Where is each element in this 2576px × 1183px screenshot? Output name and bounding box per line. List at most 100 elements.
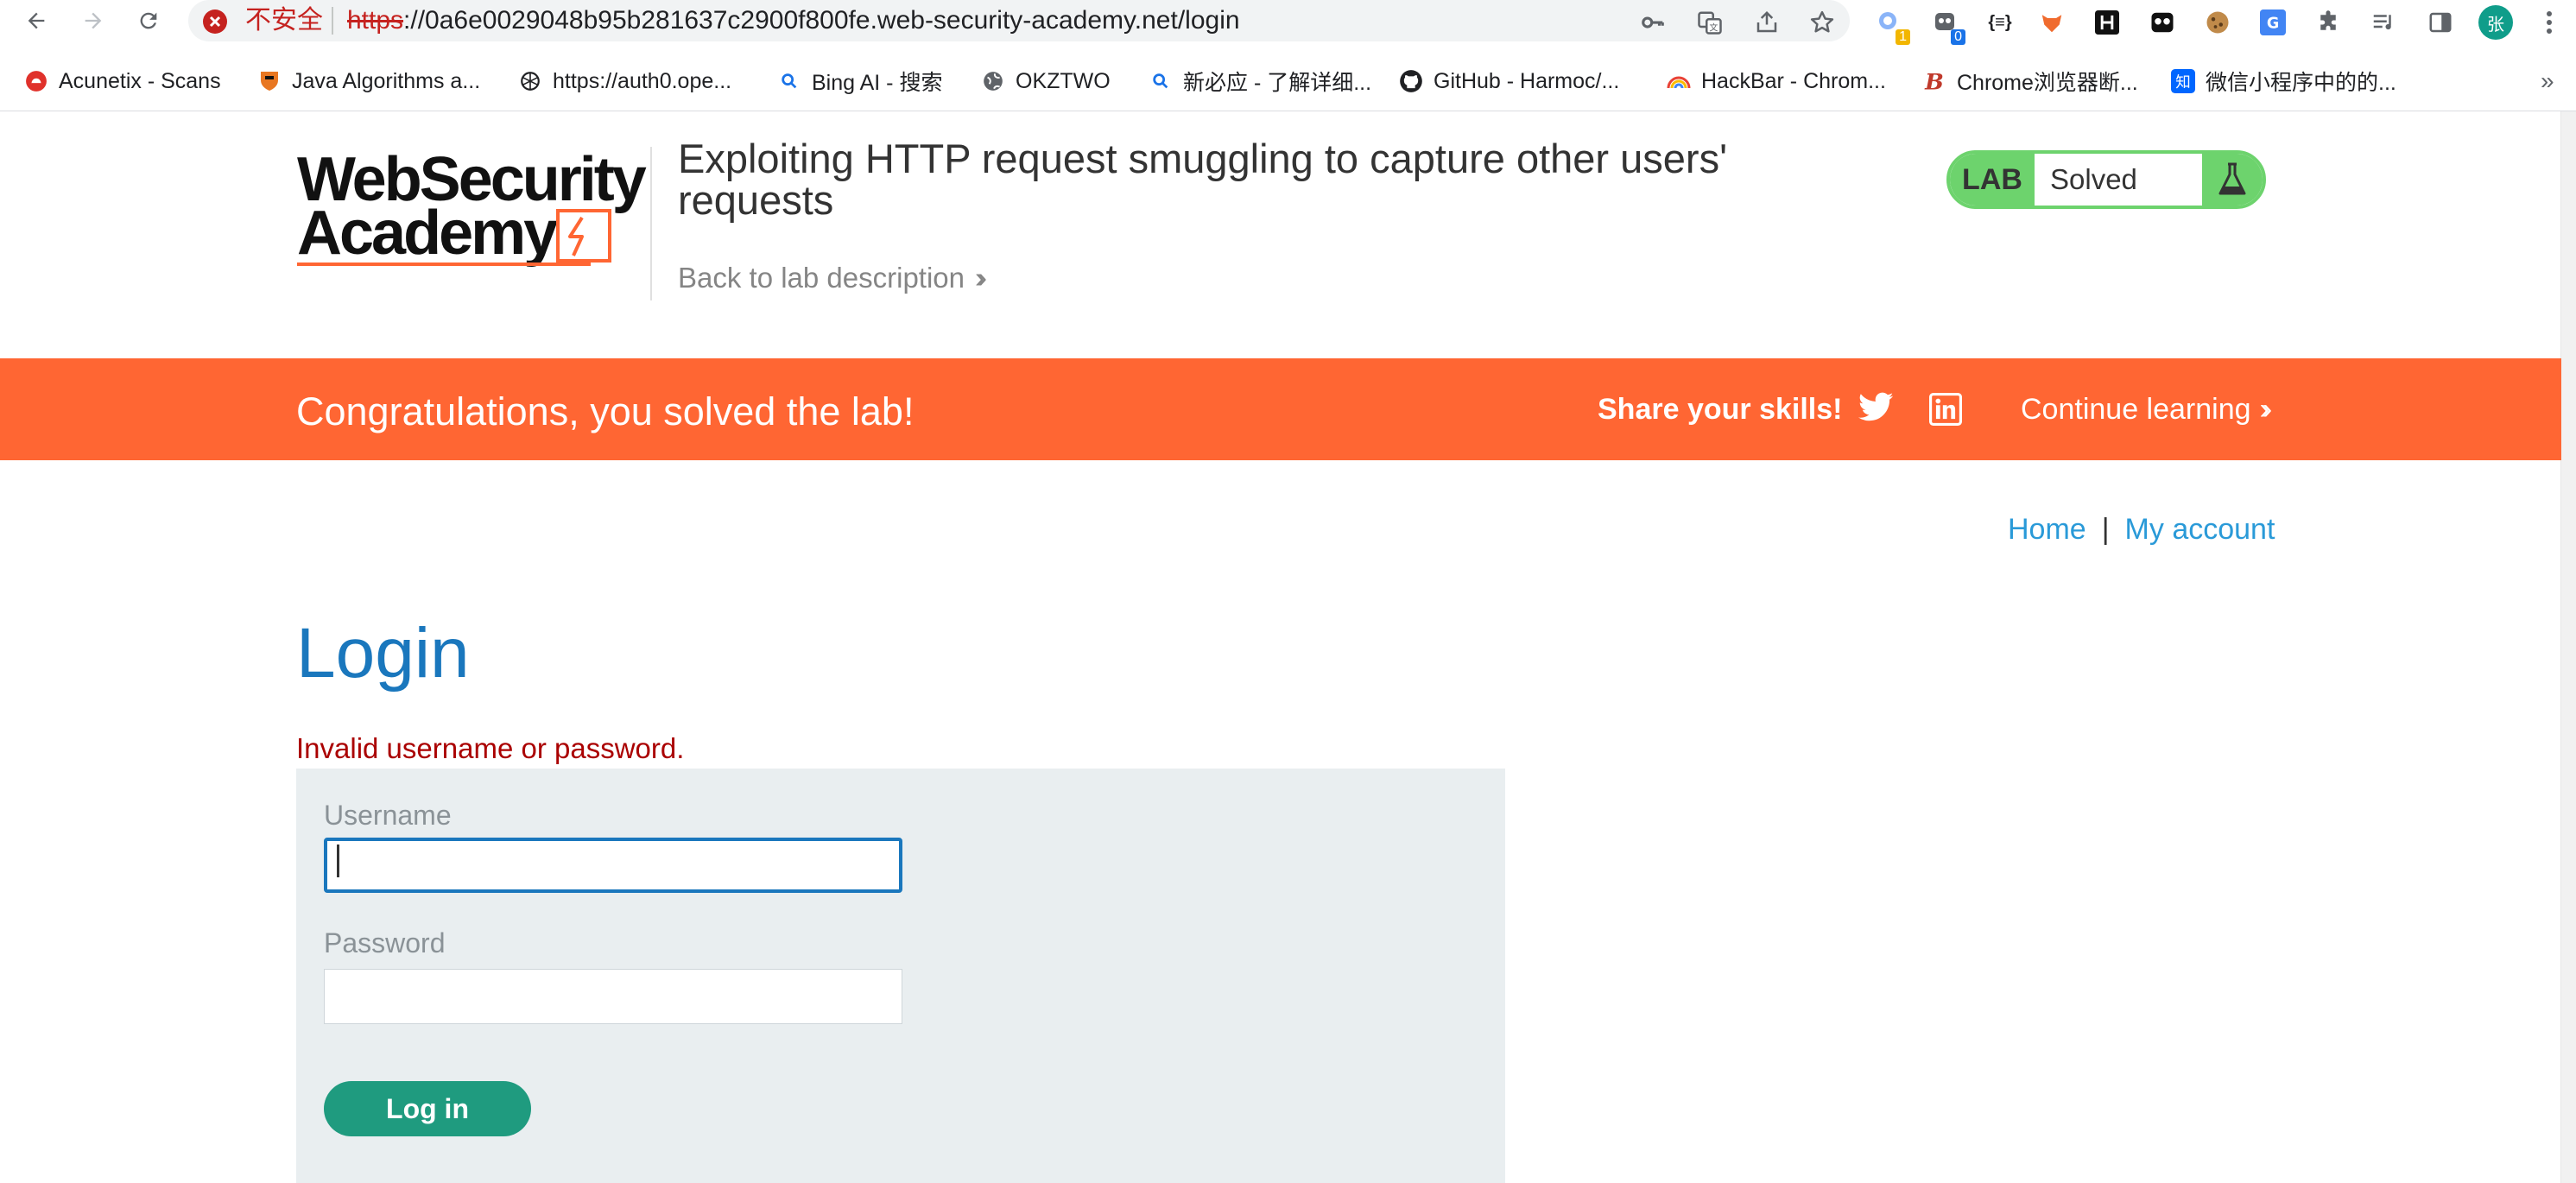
back-to-lab-description-link[interactable]: Back to lab description ›› <box>678 262 987 294</box>
kebab-menu-icon[interactable] <box>2532 5 2567 40</box>
page-title: Login <box>296 614 470 693</box>
back-arrow-icon[interactable] <box>19 5 54 36</box>
more-bookmarks-button[interactable]: » <box>2541 62 2554 100</box>
bookmark-new-bing[interactable]: 新必应 - 了解详细... <box>1149 62 1371 100</box>
b-logo-icon: B <box>1922 69 1946 93</box>
search-icon <box>777 69 801 93</box>
lab-title: Exploiting HTTP request smuggling to cap… <box>678 136 1728 223</box>
profile-initial: 张 <box>2478 5 2513 40</box>
url-scheme: https <box>347 6 404 35</box>
key-icon[interactable] <box>1636 5 1670 40</box>
bookmark-label: Chrome浏览器断... <box>1957 71 2138 95</box>
address-bar[interactable]: 不安全 https://0a6e0029048b95b281637c2900f8… <box>188 0 1850 41</box>
bookmark-acunetix[interactable]: Acunetix - Scans <box>24 62 221 100</box>
globe-icon <box>981 69 1005 93</box>
puzzle-extensions-icon[interactable] <box>2311 5 2345 40</box>
bookmark-label: 微信小程序中的的... <box>2206 71 2396 95</box>
openai-icon <box>518 69 542 93</box>
media-list-icon[interactable] <box>2366 5 2401 40</box>
bookmark-label: https://auth0.ope... <box>553 68 732 93</box>
vertical-scrollbar[interactable] <box>2560 111 2576 1183</box>
bookmark-hackbar[interactable]: HackBar - Chrom... <box>1667 62 1886 100</box>
rainbow-icon <box>1667 69 1691 93</box>
linkedin-icon[interactable] <box>1929 393 1962 426</box>
bookmark-wechat-miniprogram[interactable]: 知 微信小程序中的的... <box>2171 62 2396 100</box>
login-form: Username Password Log in <box>296 769 1505 1183</box>
translate-icon[interactable]: 文 <box>1693 5 1727 40</box>
login-error-message: Invalid username or password. <box>296 732 685 764</box>
svg-text:B: B <box>1924 69 1944 93</box>
bookmark-github[interactable]: GitHub - Harmoc/... <box>1399 62 1619 100</box>
solved-message: Congratulations, you solved the lab! <box>296 389 915 433</box>
web-security-academy-logo[interactable]: WebSecurity Academy <box>297 149 647 278</box>
back-link-label: Back to lab description <box>678 262 965 294</box>
double-chevron-right-icon: ›› <box>2259 393 2272 426</box>
top-nav: Home | My account <box>2008 513 2275 547</box>
bookmark-label: GitHub - Harmoc/... <box>1434 68 1620 93</box>
bookmark-okztwo[interactable]: OKZTWO <box>981 62 1111 100</box>
bookmark-label: OKZTWO <box>1016 68 1111 93</box>
bookmark-label: 新必应 - 了解详细... <box>1183 71 1372 95</box>
bookmark-auth0[interactable]: https://auth0.ope... <box>518 62 731 100</box>
nav-separator: | <box>2101 513 2110 546</box>
zhihu-icon: 知 <box>2171 69 2195 93</box>
solved-banner: Congratulations, you solved the lab! Sha… <box>0 358 2561 460</box>
password-input[interactable] <box>324 969 902 1024</box>
cookie-icon[interactable] <box>2200 5 2235 40</box>
share-icon[interactable] <box>1750 5 1784 40</box>
fox-icon[interactable] <box>2035 5 2069 40</box>
omnibox-divider <box>332 7 333 35</box>
lab-status-badge: LAB Solved <box>1946 150 2266 209</box>
url-rest: ://0a6e0029048b95b281637c2900f800fe.web-… <box>403 6 1240 35</box>
google-translate-icon[interactable]: G <box>2256 5 2290 40</box>
lightning-logo-icon <box>556 209 611 263</box>
extension-badge: 0 <box>1951 29 1965 45</box>
text-caret <box>337 845 339 877</box>
bookmark-chrome-breakpoint[interactable]: B Chrome浏览器断... <box>1922 62 2138 100</box>
logo-underline <box>297 263 591 266</box>
bookmark-label: Java Algorithms a... <box>292 68 481 93</box>
svg-text:G: G <box>2267 15 2279 32</box>
share-skills-label: Share your skills! <box>1598 393 1843 426</box>
browser-chrome: 不安全 https://0a6e0029048b95b281637c2900f8… <box>0 0 2576 111</box>
username-input[interactable] <box>324 838 902 893</box>
panda-icon[interactable] <box>2145 5 2180 40</box>
json-formatter-icon[interactable]: {≡} <box>1983 5 2017 40</box>
search-icon <box>1149 69 1173 93</box>
bookmark-label: Bing AI - 搜索 <box>812 71 943 95</box>
bookmark-java-algorithms[interactable]: Java Algorithms a... <box>257 62 480 100</box>
flask-icon <box>2202 154 2263 206</box>
side-panel-icon[interactable] <box>2423 5 2458 40</box>
svg-text:文: 文 <box>1709 22 1718 33</box>
lab-label: LAB <box>1950 154 2035 206</box>
h-icon[interactable] <box>2090 5 2124 40</box>
extension-robot-icon[interactable]: 0 <box>1927 5 1965 45</box>
reload-icon[interactable] <box>131 5 166 36</box>
twitter-icon[interactable] <box>1858 392 1895 427</box>
password-label: Password <box>324 927 446 958</box>
header-divider <box>650 147 652 300</box>
bookmark-label: Acunetix - Scans <box>59 68 221 93</box>
continue-learning-link[interactable]: Continue learning ›› <box>2021 393 2272 427</box>
bookmark-bing-ai[interactable]: Bing AI - 搜索 <box>777 62 942 100</box>
acunetix-icon <box>24 69 48 93</box>
princeton-shield-icon <box>257 69 282 93</box>
security-label[interactable]: 不安全 <box>245 5 323 36</box>
double-chevron-right-icon: ›› <box>975 262 987 294</box>
extension-badge: 1 <box>1896 29 1910 45</box>
username-label: Username <box>324 800 452 831</box>
bookmark-star-icon[interactable] <box>1805 5 1839 40</box>
logo-line-2: Academy <box>297 199 558 268</box>
login-button[interactable]: Log in <box>324 1081 531 1136</box>
forward-arrow-icon[interactable] <box>76 5 111 36</box>
my-account-link[interactable]: My account <box>2125 513 2275 546</box>
extension-search-icon[interactable]: 1 <box>1872 5 1910 45</box>
url-text[interactable]: https://0a6e0029048b95b281637c2900f800fe… <box>347 5 1240 36</box>
bookmark-label: HackBar - Chrom... <box>1701 68 1886 93</box>
home-link[interactable]: Home <box>2008 513 2086 546</box>
svg-text:知: 知 <box>2175 74 2191 92</box>
github-icon <box>1399 69 1423 93</box>
lab-status-text: Solved <box>2050 163 2137 195</box>
not-secure-icon[interactable] <box>202 9 228 39</box>
profile-avatar[interactable]: 张 <box>2478 5 2513 40</box>
